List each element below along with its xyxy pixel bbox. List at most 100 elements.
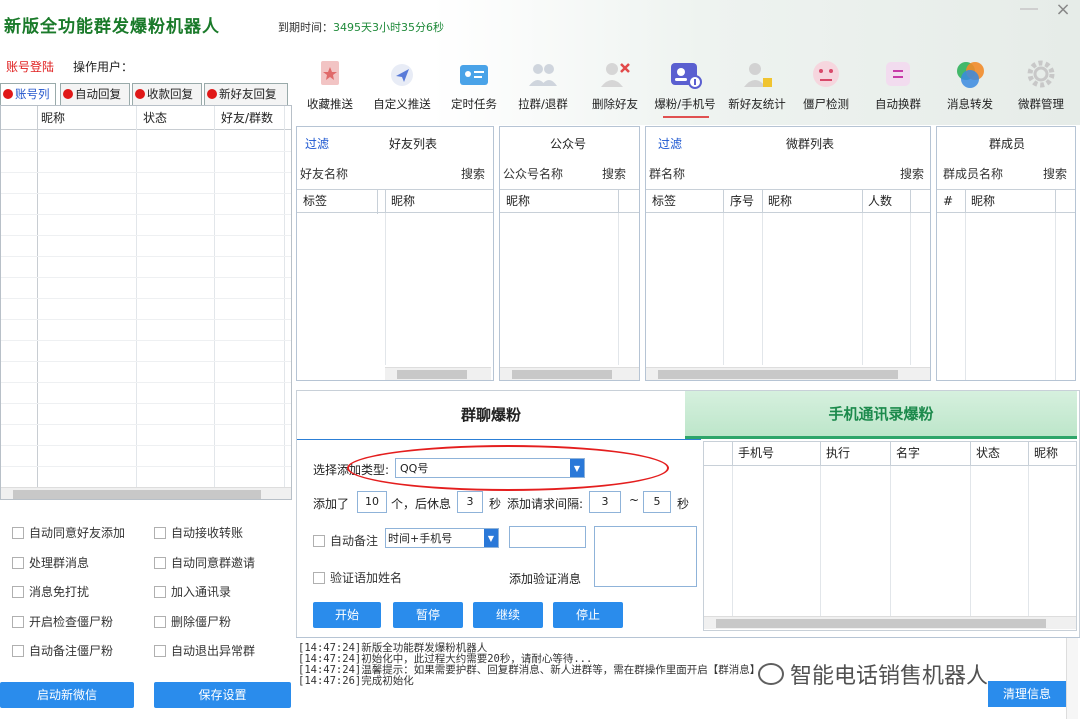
col-executed[interactable]: 执行 bbox=[826, 442, 850, 464]
checkbox[interactable] bbox=[313, 572, 325, 584]
rest-seconds-input[interactable]: 3 bbox=[457, 491, 483, 513]
scrollbar-thumb[interactable] bbox=[716, 619, 1046, 628]
checkbox[interactable] bbox=[154, 586, 166, 598]
col-tag[interactable]: 标签 bbox=[652, 190, 676, 212]
option-auto-accept-group-invite[interactable]: 自动同意群邀请 bbox=[154, 554, 255, 571]
groups-search-link[interactable]: 搜索 bbox=[900, 165, 924, 182]
option-handle-group-msg[interactable]: 处理群消息 bbox=[12, 554, 89, 571]
continue-button[interactable]: 继续 bbox=[473, 602, 543, 628]
scrollbar-thumb[interactable] bbox=[13, 490, 261, 499]
vertical-scrollbar[interactable] bbox=[1066, 638, 1078, 719]
toolbar-new-friend-stats[interactable]: 新好友统计 bbox=[721, 58, 793, 118]
remark-text-input[interactable] bbox=[509, 526, 586, 548]
tab-new-friend-reply[interactable]: 新好友回复 bbox=[204, 83, 288, 105]
added-count-input[interactable]: 10 bbox=[357, 491, 387, 513]
interval-max-input[interactable]: 5 bbox=[643, 491, 671, 513]
account-login-link[interactable]: 账号登陆 bbox=[6, 58, 54, 75]
auto-remark-option[interactable]: 自动备注 bbox=[313, 532, 378, 549]
horizontal-scrollbar[interactable] bbox=[385, 367, 491, 380]
col-number[interactable]: # bbox=[943, 190, 953, 212]
checkbox[interactable] bbox=[154, 645, 166, 657]
col-status[interactable]: 状态 bbox=[143, 106, 167, 130]
groups-filter-link[interactable]: 过滤 bbox=[658, 135, 682, 152]
checkbox[interactable] bbox=[12, 616, 24, 628]
checkbox[interactable] bbox=[154, 527, 166, 539]
toolbar-add-fans-phone[interactable]: 爆粉/手机号 bbox=[649, 58, 721, 118]
checkbox[interactable] bbox=[12, 645, 24, 657]
close-icon[interactable]: × bbox=[1052, 0, 1074, 20]
remark-format-select[interactable]: 时间+手机号 ▼ bbox=[385, 528, 499, 548]
col-status[interactable]: 状态 bbox=[976, 442, 1000, 464]
verify-message-textarea[interactable] bbox=[594, 526, 697, 587]
members-search-link[interactable]: 搜索 bbox=[1043, 165, 1067, 182]
scrollbar-thumb[interactable] bbox=[512, 370, 612, 379]
red-dot-icon bbox=[207, 89, 217, 99]
phone-contacts-grid[interactable]: 手机号 执行 名字 状态 昵称 bbox=[703, 441, 1077, 631]
minimize-icon[interactable] bbox=[1020, 8, 1038, 10]
account-grid[interactable]: 昵称 状态 好友/群数 bbox=[0, 105, 292, 500]
horizontal-scrollbar[interactable] bbox=[646, 367, 930, 380]
option-do-not-disturb[interactable]: 消息免打扰 bbox=[12, 583, 89, 600]
toolbar-zombie-check[interactable]: 僵尸检测 bbox=[790, 58, 862, 118]
option-remark-zombie[interactable]: 自动备注僵尸粉 bbox=[12, 642, 113, 659]
horizontal-scrollbar[interactable] bbox=[1, 487, 291, 499]
chevron-down-icon[interactable]: ▼ bbox=[484, 529, 498, 547]
checkbox[interactable] bbox=[12, 527, 24, 539]
official-search-link[interactable]: 搜索 bbox=[602, 165, 626, 182]
toolbar-message-forward[interactable]: 消息转发 bbox=[934, 58, 1006, 118]
option-delete-zombie[interactable]: 删除僵尸粉 bbox=[154, 613, 231, 630]
friends-search-link[interactable]: 搜索 bbox=[461, 165, 485, 182]
col-nickname[interactable]: 昵称 bbox=[971, 190, 995, 212]
horizontal-scrollbar[interactable] bbox=[500, 367, 639, 380]
col-friends-groups[interactable]: 好友/群数 bbox=[221, 106, 273, 130]
option-auto-exit-abnormal-group[interactable]: 自动退出异常群 bbox=[154, 642, 255, 659]
toolbar-scheduled-task[interactable]: 定时任务 bbox=[438, 58, 510, 118]
col-sep bbox=[1028, 442, 1029, 466]
checkbox[interactable] bbox=[12, 557, 24, 569]
clear-info-button[interactable]: 清理信息 bbox=[988, 681, 1066, 707]
tab-auto-reply[interactable]: 自动回复 bbox=[60, 83, 130, 105]
col-nickname[interactable]: 昵称 bbox=[391, 190, 415, 212]
tab-account-list[interactable]: 账号列 bbox=[0, 83, 56, 105]
toolbar-auto-switch-group[interactable]: 自动换群 bbox=[862, 58, 934, 118]
col-nickname[interactable]: 昵称 bbox=[506, 190, 530, 212]
col-member-count[interactable]: 人数 bbox=[868, 190, 892, 212]
option-add-contacts[interactable]: 加入通讯录 bbox=[154, 583, 231, 600]
col-nickname[interactable]: 昵称 bbox=[1034, 442, 1058, 464]
toolbar-custom-push[interactable]: 自定义推送 bbox=[366, 58, 438, 118]
toolbar-favorite-push[interactable]: 收藏推送 bbox=[294, 58, 366, 118]
col-name[interactable]: 名字 bbox=[896, 442, 920, 464]
option-check-zombie[interactable]: 开启检查僵尸粉 bbox=[12, 613, 113, 630]
interval-min-input[interactable]: 3 bbox=[589, 491, 621, 513]
checkbox[interactable] bbox=[154, 557, 166, 569]
scrollbar-thumb[interactable] bbox=[397, 370, 467, 379]
scrollbar-thumb[interactable] bbox=[658, 370, 898, 379]
option-label: 验证语加姓名 bbox=[330, 571, 403, 585]
option-auto-receive-transfer[interactable]: 自动接收转账 bbox=[154, 524, 243, 541]
checkbox[interactable] bbox=[154, 616, 166, 628]
col-tag[interactable]: 标签 bbox=[303, 190, 327, 212]
horizontal-scrollbar[interactable] bbox=[704, 616, 1076, 629]
col-nickname[interactable]: 昵称 bbox=[768, 190, 792, 212]
checkbox[interactable] bbox=[313, 535, 325, 547]
friends-filter-link[interactable]: 过滤 bbox=[305, 135, 329, 152]
save-settings-button[interactable]: 保存设置 bbox=[154, 682, 291, 708]
toolbar-join-leave-group[interactable]: 拉群/退群 bbox=[507, 58, 579, 118]
launch-new-wechat-button[interactable]: 启动新微信 bbox=[0, 682, 134, 708]
verify-add-name-option[interactable]: 验证语加姓名 bbox=[313, 569, 402, 586]
tab-payment-reply[interactable]: 收款回复 bbox=[132, 83, 202, 105]
toolbar-delete-friend[interactable]: 删除好友 bbox=[579, 58, 651, 118]
option-auto-accept-friend[interactable]: 自动同意好友添加 bbox=[12, 524, 125, 541]
tab-phone-contacts-add-fans[interactable]: 手机通讯录爆粉 bbox=[685, 391, 1077, 439]
col-nickname[interactable]: 昵称 bbox=[41, 106, 65, 130]
checkbox[interactable] bbox=[12, 586, 24, 598]
col-phone[interactable]: 手机号 bbox=[738, 442, 774, 464]
toolbar-group-management[interactable]: 微群管理 bbox=[1005, 58, 1077, 118]
start-button[interactable]: 开始 bbox=[313, 602, 381, 628]
toolbar-label: 定时任务 bbox=[451, 97, 497, 111]
col-index[interactable]: 序号 bbox=[730, 190, 754, 212]
pause-button[interactable]: 暂停 bbox=[393, 602, 463, 628]
tab-group-chat-add-fans[interactable]: 群聊爆粉 bbox=[297, 391, 685, 439]
stop-button[interactable]: 停止 bbox=[553, 602, 623, 628]
log-area[interactable]: [14:47:24]新版全功能群发爆粉机器人 [14:47:24]初始化中，此过… bbox=[296, 637, 1080, 719]
